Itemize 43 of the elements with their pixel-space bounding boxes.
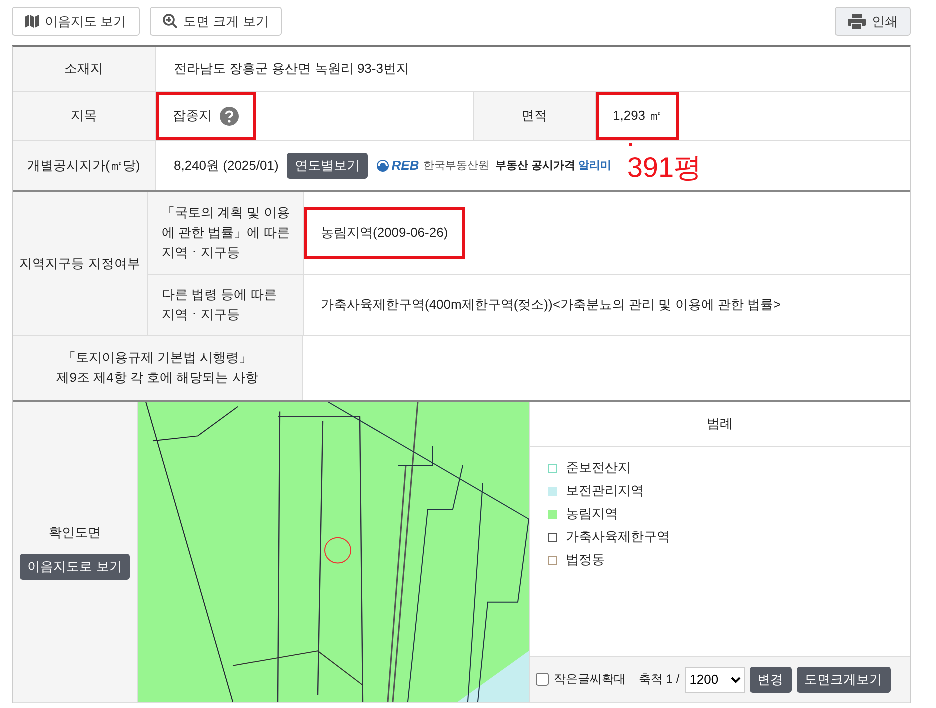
- toolbar-button[interactable]: 이음지도 보기: [12, 7, 140, 36]
- legend-label: 농림지역: [566, 505, 618, 523]
- legend-label: 보전관리지역: [566, 482, 644, 500]
- price-value: 8,240원 (2025/01): [174, 156, 279, 174]
- print-button[interactable]: 인쇄: [835, 7, 911, 36]
- logo-service-accent: 알리미: [578, 159, 612, 173]
- row-label: 지목: [71, 107, 97, 125]
- address-value: 전라남도 장흥군 용산면 녹원리 93-3번지: [174, 60, 410, 78]
- logo-service-name: 부동산 공시가격: [495, 159, 576, 173]
- legend-label: 준보전산지: [566, 459, 631, 477]
- apply-button[interactable]: 변경: [750, 666, 792, 692]
- yearly-view-button[interactable]: 연도별보기: [286, 152, 368, 178]
- logo-org-name: 한국부동산원: [423, 159, 490, 173]
- zone-value: 가축사육제한구역(400m제한구역(젖소))<가축분뇨의 관리 및 이용에 관한 법률>: [321, 296, 782, 314]
- legend-label: 법정동: [566, 551, 605, 569]
- printer-icon: [848, 14, 866, 30]
- row-label: 「토지이용규제 기본법 시행령」: [62, 349, 252, 367]
- row-label: 제9조 제4항 각 호에 해당되는 사항: [56, 369, 258, 387]
- scale-select[interactable]: 1200: [684, 666, 745, 692]
- land-category-value: 잡종지: [173, 107, 212, 125]
- help-icon[interactable]: [220, 106, 239, 126]
- zoom-in-icon: [162, 14, 178, 29]
- enlarge-map-button[interactable]: 도면크게보기: [796, 666, 891, 692]
- row-label: 면적: [522, 107, 548, 125]
- legend-label: 가축사육제한구역: [566, 528, 670, 546]
- toolbar-button[interactable]: 도면 크게 보기: [150, 7, 282, 36]
- zone-value: 농림지역(2009-06-26): [321, 224, 448, 242]
- swirl-logo-icon: [376, 158, 390, 172]
- annotation-text: 391평: [627, 150, 702, 184]
- sub-row-label: 「국토의 계획 및 이용에 관한 법률」에 따른 지역ㆍ지구등: [162, 204, 291, 262]
- logo-mark: REB: [392, 158, 420, 173]
- map-icon: [25, 15, 39, 28]
- small-text-checkbox[interactable]: [536, 673, 549, 686]
- row-label: 개별공시지가(㎡당): [28, 156, 140, 174]
- checkbox-label: 작은글씨확대: [554, 671, 626, 688]
- map-link-button[interactable]: 이음지도로 보기: [20, 554, 130, 580]
- row-label: 확인도면: [49, 524, 101, 542]
- area-value: 1,293 ㎡: [613, 107, 662, 125]
- legend-title: 범례: [707, 415, 733, 433]
- sub-row-label: 다른 법령 등에 따른 지역ㆍ지구등: [162, 286, 278, 324]
- scale-label: 축척 1 /: [639, 671, 680, 688]
- row-label: 소재지: [64, 60, 104, 78]
- row-label: 지역지구등 지정여부: [20, 254, 140, 272]
